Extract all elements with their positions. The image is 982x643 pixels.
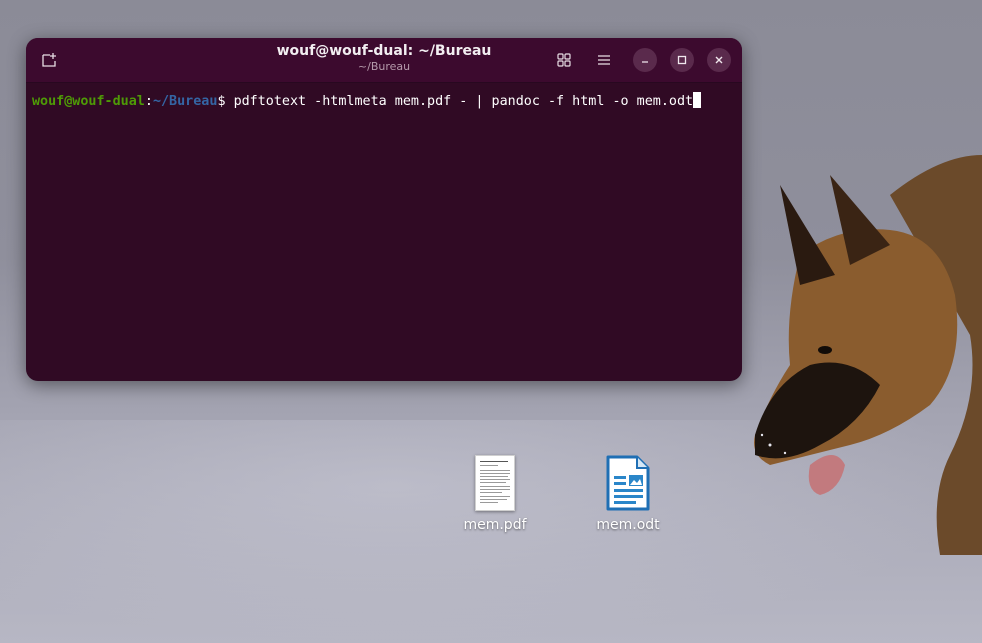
hamburger-menu-icon — [598, 55, 610, 65]
pdf-file-icon — [475, 455, 515, 511]
wallpaper-dog-image — [754, 155, 982, 555]
terminal-content[interactable]: wouf@wouf-dual:~/Bureau$ pdftotext -html… — [26, 83, 742, 110]
close-icon — [715, 56, 723, 64]
desktop-icon-mem-odt[interactable]: mem.odt — [583, 455, 673, 533]
command-text[interactable]: pdftotext -htmlmeta mem.pdf - | pandoc -… — [234, 94, 694, 109]
minimize-button[interactable] — [633, 48, 657, 72]
terminal-window[interactable]: wouf@wouf-dual: ~/Bureau ~/Bureau wouf@w… — [26, 38, 742, 381]
view-tabs-button[interactable] — [552, 48, 576, 72]
odt-document-icon — [606, 455, 650, 511]
grid-icon — [557, 53, 571, 67]
desktop-icon-label: mem.pdf — [463, 517, 527, 533]
desktop-icon-label: mem.odt — [596, 517, 660, 533]
maximize-icon — [677, 55, 687, 65]
prompt-user: wouf@wouf-dual — [32, 94, 145, 109]
close-button[interactable] — [707, 48, 731, 72]
terminal-titlebar[interactable]: wouf@wouf-dual: ~/Bureau ~/Bureau — [26, 38, 742, 83]
menu-button[interactable] — [592, 48, 616, 72]
minimize-icon — [642, 61, 648, 63]
desktop-icon-mem-pdf[interactable]: mem.pdf — [450, 455, 540, 533]
prompt-path: ~/Bureau — [152, 94, 218, 109]
prompt-separator: : — [144, 94, 153, 109]
text-cursor — [693, 92, 702, 108]
maximize-button[interactable] — [670, 48, 694, 72]
prompt-symbol: $ — [217, 94, 234, 109]
